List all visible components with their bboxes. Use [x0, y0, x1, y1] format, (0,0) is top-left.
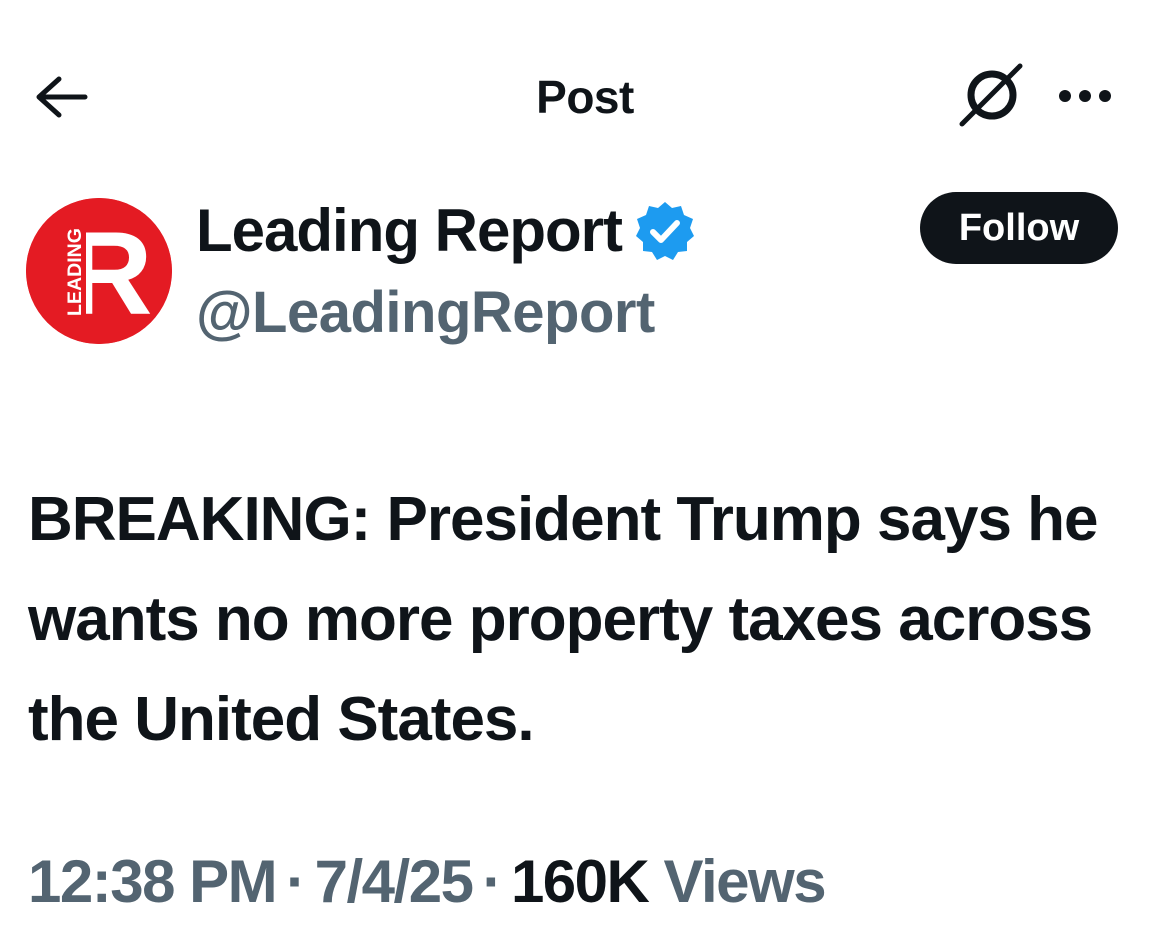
author-handle[interactable]: @LeadingReport [196, 280, 655, 346]
post-author: R LEADING Leading Report @LeadingReport … [0, 190, 1170, 360]
more-horizontal-icon [1059, 90, 1111, 102]
avatar[interactable]: R LEADING [26, 198, 172, 344]
separator-dot: · [286, 848, 306, 915]
post-date[interactable]: 7/4/25 [315, 848, 474, 915]
post-text: BREAKING: President Trump says he wants … [28, 485, 1099, 754]
follow-button[interactable]: Follow [920, 192, 1118, 264]
grok-icon [959, 63, 1023, 127]
views-label: Views [663, 848, 827, 915]
grok-button[interactable] [954, 62, 1028, 130]
display-name[interactable]: Leading Report [196, 196, 623, 266]
leading-report-logo: R LEADING [26, 198, 172, 344]
verified-badge[interactable] [634, 200, 696, 262]
separator-dot: · [482, 848, 502, 915]
verified-badge-icon [636, 202, 695, 260]
post-metadata: 12:38 PM · 7/4/25 · 160K Views [28, 846, 827, 918]
display-name-row: Leading Report [196, 196, 696, 266]
more-options-button[interactable] [1052, 72, 1118, 120]
avatar-logo-text: LEADING [65, 228, 86, 316]
post-time[interactable]: 12:38 PM [28, 848, 278, 915]
views-count: 160K [510, 848, 650, 915]
top-navigation-bar: Post [0, 0, 1170, 190]
